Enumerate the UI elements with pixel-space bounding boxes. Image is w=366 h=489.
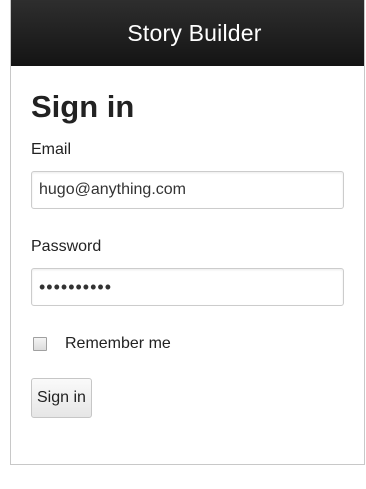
password-label: Password xyxy=(31,238,102,255)
remember-me-label[interactable]: Remember me xyxy=(65,335,171,353)
sign-in-form: Sign in Email Password Remember me Sign … xyxy=(31,88,347,418)
sign-in-button[interactable]: Sign in xyxy=(31,378,92,418)
password-field[interactable] xyxy=(31,268,344,306)
email-label: Email xyxy=(31,141,72,158)
brand-title[interactable]: Story Builder xyxy=(127,20,261,47)
email-field[interactable] xyxy=(31,171,344,209)
remember-me-row: Remember me xyxy=(31,334,347,354)
remember-me-checkbox[interactable] xyxy=(33,337,47,351)
page-title: Sign in xyxy=(31,89,135,124)
app-frame: Story Builder Sign in Email Password Rem… xyxy=(10,0,365,465)
navbar: Story Builder xyxy=(11,0,364,66)
